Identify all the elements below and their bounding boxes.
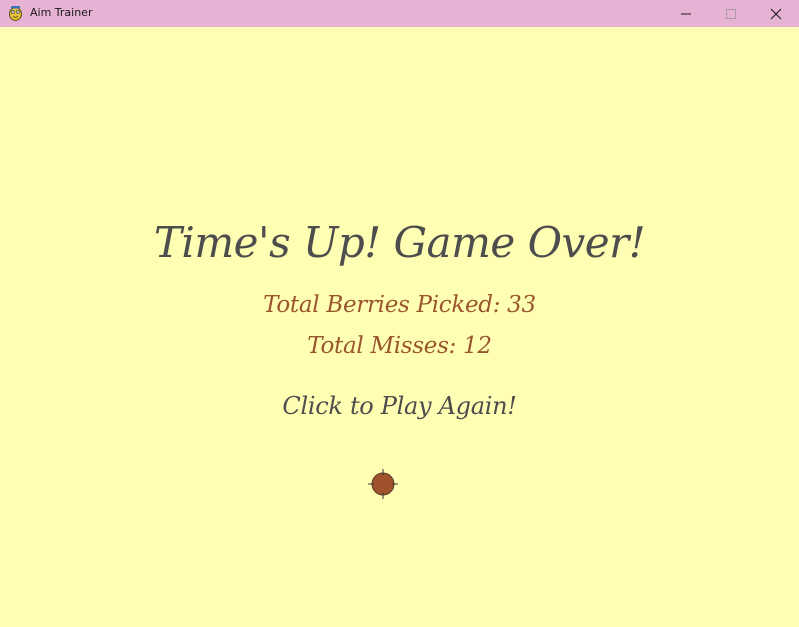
misses-stat: Total Misses: 12: [307, 333, 492, 359]
berries-picked-stat: Total Berries Picked: 33: [263, 292, 536, 318]
crosshair-berry-cursor: [368, 469, 398, 499]
minimize-button[interactable]: [663, 0, 709, 27]
title-bar[interactable]: Aim Trainer: [0, 0, 799, 27]
window-title: Aim Trainer: [30, 6, 93, 19]
minimize-icon: [681, 13, 691, 14]
app-window: Aim Trainer Time's Up! Game Over! Total …: [0, 0, 799, 627]
close-button[interactable]: [753, 0, 799, 27]
game-canvas[interactable]: Time's Up! Game Over! Total Berries Pick…: [0, 27, 799, 627]
game-over-headline: Time's Up! Game Over!: [153, 218, 646, 267]
play-again-prompt[interactable]: Click to Play Again!: [0, 390, 799, 422]
maximize-icon: [726, 8, 736, 19]
pygame-snake-icon: [9, 6, 22, 21]
close-icon: [770, 8, 782, 19]
maximize-button[interactable]: [708, 0, 754, 27]
